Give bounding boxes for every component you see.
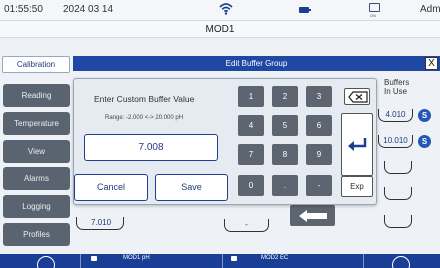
divider	[80, 254, 81, 268]
cancel-button[interactable]: Cancel	[74, 174, 148, 201]
bottom-module-bar: MOD1 pH MOD2 EC	[0, 254, 440, 268]
module-title: MOD1	[0, 20, 440, 38]
clock: 01:55:50	[4, 4, 43, 15]
key-6[interactable]: 6	[306, 115, 332, 136]
module1-label[interactable]: MOD1 pH	[123, 255, 150, 261]
key-2[interactable]: 2	[272, 86, 298, 107]
key-3[interactable]: 3	[306, 86, 332, 107]
dialog-title: Edit Buffer Group	[73, 56, 440, 71]
backspace-large-key[interactable]	[290, 205, 335, 226]
sidebar-item-alarms[interactable]: Alarms	[3, 167, 70, 190]
sidebar-item-logging[interactable]: Logging	[3, 195, 70, 218]
backspace-key[interactable]	[344, 88, 370, 105]
sidebar-item-profiles[interactable]: Profiles	[3, 223, 70, 246]
wifi-icon	[219, 2, 233, 18]
buffer-slot-3[interactable]	[384, 161, 412, 174]
battery-icon	[299, 7, 311, 13]
key-1[interactable]: 1	[238, 86, 264, 107]
home-circle-icon[interactable]	[37, 256, 55, 268]
range-hint: Range: -2.000 <-> 20.000 pH	[105, 115, 184, 121]
tab-calibration[interactable]: Calibration	[2, 56, 70, 73]
buffer-slot-2[interactable]: 10.010	[378, 135, 413, 148]
lock-icon	[231, 256, 237, 261]
key-7[interactable]: 7	[238, 144, 264, 165]
arrow-left-icon	[299, 210, 327, 222]
key-4[interactable]: 4	[238, 115, 264, 136]
exp-key[interactable]: Exp	[341, 176, 373, 197]
usb-status-label: ON	[370, 13, 376, 18]
dialog-heading: Enter Custom Buffer Value	[94, 94, 195, 104]
key-5[interactable]: 5	[272, 115, 298, 136]
key-decimal[interactable]: .	[272, 175, 298, 196]
buffer-slot-4[interactable]	[384, 187, 412, 200]
sidebar-item-view[interactable]: View	[3, 140, 70, 163]
key-9[interactable]: 9	[306, 144, 332, 165]
module2-label[interactable]: MOD2 EC	[261, 255, 288, 261]
buffers-header-line1: Buffers	[384, 78, 410, 87]
selected-badge-1: S	[418, 109, 431, 122]
selected-badge-2: S	[418, 135, 431, 148]
save-button[interactable]: Save	[155, 174, 228, 201]
divider	[363, 254, 364, 268]
sidebar-item-temperature[interactable]: Temperature	[3, 112, 70, 135]
key-0[interactable]: 0	[238, 175, 264, 196]
divider	[222, 254, 223, 268]
sidebar-item-reading[interactable]: Reading	[3, 84, 70, 107]
buffers-in-use-header: Buffers In Use	[384, 78, 409, 96]
buffer-slot-5[interactable]	[384, 215, 412, 228]
buffer-field-mid[interactable]: -	[224, 219, 269, 232]
user-label[interactable]: Admin	[420, 4, 440, 15]
buffers-header-line2: In Use	[384, 87, 408, 96]
buffer-slot-1[interactable]: 4.010	[378, 109, 413, 122]
usb-drive-icon	[369, 3, 380, 12]
right-circle-icon[interactable]	[392, 256, 410, 268]
backspace-icon	[348, 91, 368, 103]
key-8[interactable]: 8	[272, 144, 298, 165]
enter-key[interactable]	[341, 113, 373, 176]
buffer-field-left[interactable]: 7.010	[76, 217, 124, 230]
enter-icon	[348, 138, 367, 151]
date: 2024 03 14	[63, 4, 114, 15]
buffer-value-input[interactable]: 7.008	[84, 134, 218, 161]
close-button[interactable]: X	[425, 57, 438, 70]
key-minus[interactable]: -	[306, 175, 332, 196]
status-bar: 01:55:50 2024 03 14 ON Admin	[0, 0, 440, 20]
lock-icon	[91, 256, 97, 261]
